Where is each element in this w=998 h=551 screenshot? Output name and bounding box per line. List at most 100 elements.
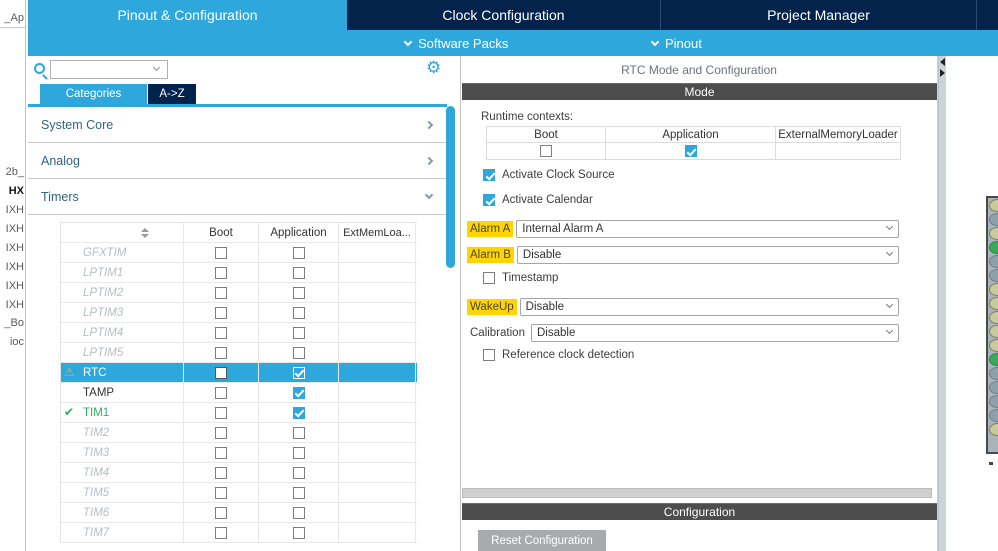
file-tree-fragment[interactable]: IXH <box>0 299 24 312</box>
boot-checkbox[interactable] <box>215 466 227 479</box>
boot-checkbox[interactable] <box>215 446 227 459</box>
subnav-software-packs[interactable]: Software Packs <box>403 30 508 56</box>
boot-checkbox[interactable] <box>215 406 227 419</box>
tab-project-manager[interactable]: Project Manager <box>661 0 977 30</box>
application-checkbox[interactable] <box>292 306 305 319</box>
chip-pin <box>989 311 998 324</box>
category-timers[interactable]: Timers <box>28 179 446 215</box>
boot-checkbox[interactable] <box>215 486 227 499</box>
application-checkbox[interactable] <box>292 286 305 299</box>
application-checkbox[interactable] <box>292 466 305 479</box>
boot-checkbox[interactable] <box>215 246 227 259</box>
reference-clock-checkbox[interactable] <box>483 349 495 361</box>
application-checkbox[interactable] <box>292 406 305 419</box>
file-tree-fragment[interactable]: _Bo <box>0 317 24 330</box>
runtime-boot-checkbox[interactable] <box>540 145 552 157</box>
table-row[interactable]: TIM7 <box>61 523 417 543</box>
tab-a-to-z[interactable]: A->Z <box>148 84 196 104</box>
chip-pin <box>989 213 998 226</box>
table-row[interactable]: TIM2 <box>61 423 417 443</box>
timestamp-checkbox[interactable] <box>483 272 495 284</box>
category-system-core[interactable]: System Core <box>28 107 446 143</box>
calibration-select[interactable]: Disable <box>530 323 899 342</box>
chevron-down-icon <box>885 222 894 230</box>
boot-checkbox[interactable] <box>215 426 227 439</box>
activate-calendar-checkbox[interactable] <box>483 194 495 206</box>
horizontal-scrollbar[interactable] <box>462 488 932 498</box>
runtime-contexts-label: Runtime contexts: <box>481 111 574 123</box>
table-row-rtc[interactable]: ⚠ RTC <box>61 363 417 383</box>
table-row[interactable]: TIM3 <box>61 443 417 463</box>
chip-pin <box>989 269 998 282</box>
collapse-right-arrow-icon[interactable] <box>940 69 945 77</box>
file-tree-fragment[interactable]: ioc <box>0 336 24 349</box>
table-row[interactable]: TIM4 <box>61 463 417 483</box>
file-tree-fragment[interactable]: 2b_ <box>0 166 24 179</box>
table-row[interactable]: LPTIM3 <box>61 303 417 323</box>
boot-checkbox[interactable] <box>215 286 227 299</box>
alarm-a-select[interactable]: Internal Alarm A <box>516 219 899 238</box>
application-checkbox[interactable] <box>292 246 305 259</box>
alarm-b-select[interactable]: Disable <box>516 245 899 264</box>
application-checkbox[interactable] <box>292 366 305 379</box>
table-row-tim1[interactable]: ✔ TIM1 <box>61 403 417 423</box>
file-tree-fragment[interactable]: _Ap <box>0 12 24 25</box>
calibration-label: Calibration <box>470 326 525 339</box>
alarm-b-label: Alarm B <box>467 246 514 263</box>
application-checkbox[interactable] <box>292 386 305 399</box>
chevron-down-icon[interactable] <box>152 63 161 72</box>
boot-checkbox[interactable] <box>215 506 227 519</box>
runtime-application-checkbox[interactable] <box>684 145 697 157</box>
wakeup-select[interactable]: Disable <box>519 297 899 316</box>
file-tree-fragment[interactable]: HX <box>0 185 24 198</box>
chip-pin <box>989 395 998 408</box>
table-row[interactable]: LPTIM4 <box>61 323 417 343</box>
table-row[interactable]: TIM5 <box>61 483 417 503</box>
file-tree-fragment[interactable]: IXH <box>0 261 24 274</box>
application-checkbox[interactable] <box>292 326 305 339</box>
boot-checkbox[interactable] <box>215 326 227 339</box>
table-row[interactable]: LPTIM5 <box>61 343 417 363</box>
application-checkbox[interactable] <box>292 486 305 499</box>
file-tree-fragment[interactable]: IXH <box>0 280 24 293</box>
boot-checkbox[interactable] <box>215 306 227 319</box>
chip-pin <box>989 409 998 422</box>
table-row[interactable]: LPTIM2 <box>61 283 417 303</box>
category-analog[interactable]: Analog <box>28 143 446 179</box>
chevron-down-icon <box>885 248 894 256</box>
boot-checkbox[interactable] <box>215 366 227 379</box>
application-checkbox[interactable] <box>292 446 305 459</box>
boot-checkbox[interactable] <box>215 526 227 539</box>
left-panel-scrollbar[interactable] <box>446 106 455 268</box>
gear-icon[interactable]: ⚙ <box>426 58 441 78</box>
boot-checkbox[interactable] <box>215 266 227 279</box>
table-row[interactable]: LPTIM1 <box>61 263 417 283</box>
sort-icon[interactable] <box>141 227 149 238</box>
application-checkbox[interactable] <box>292 346 305 359</box>
application-checkbox[interactable] <box>292 506 305 519</box>
file-tree-fragment[interactable]: IXH <box>0 242 24 255</box>
application-checkbox[interactable] <box>292 266 305 279</box>
activate-clock-source-checkbox[interactable] <box>483 169 495 181</box>
vertical-scrollbar[interactable] <box>938 56 946 551</box>
table-row[interactable]: GFXTIM <box>61 243 417 263</box>
warning-icon: ⚠ <box>64 365 75 379</box>
file-tree-fragment[interactable]: IXH <box>0 223 24 236</box>
boot-checkbox[interactable] <box>215 386 227 399</box>
extmem-column-header: ExtMemLoa... <box>339 223 416 242</box>
search-combobox[interactable] <box>50 60 168 79</box>
file-tree-fragment[interactable]: IXH <box>0 204 24 217</box>
tab-clock-configuration[interactable]: Clock Configuration <box>347 0 661 30</box>
table-row[interactable]: TAMP <box>61 383 417 403</box>
subnav-pinout[interactable]: Pinout <box>650 30 702 56</box>
search-input[interactable] <box>53 62 148 77</box>
chip-pinout-sliver[interactable] <box>986 196 998 454</box>
application-checkbox[interactable] <box>292 426 305 439</box>
table-row[interactable]: TIM6 <box>61 503 417 523</box>
application-checkbox[interactable] <box>292 526 305 539</box>
boot-checkbox[interactable] <box>215 346 227 359</box>
tab-categories[interactable]: Categories <box>40 84 147 104</box>
tab-pinout-configuration[interactable]: Pinout & Configuration <box>28 0 347 30</box>
reset-configuration-button[interactable]: Reset Configuration <box>478 530 606 551</box>
collapse-left-arrow-icon[interactable] <box>940 58 945 66</box>
